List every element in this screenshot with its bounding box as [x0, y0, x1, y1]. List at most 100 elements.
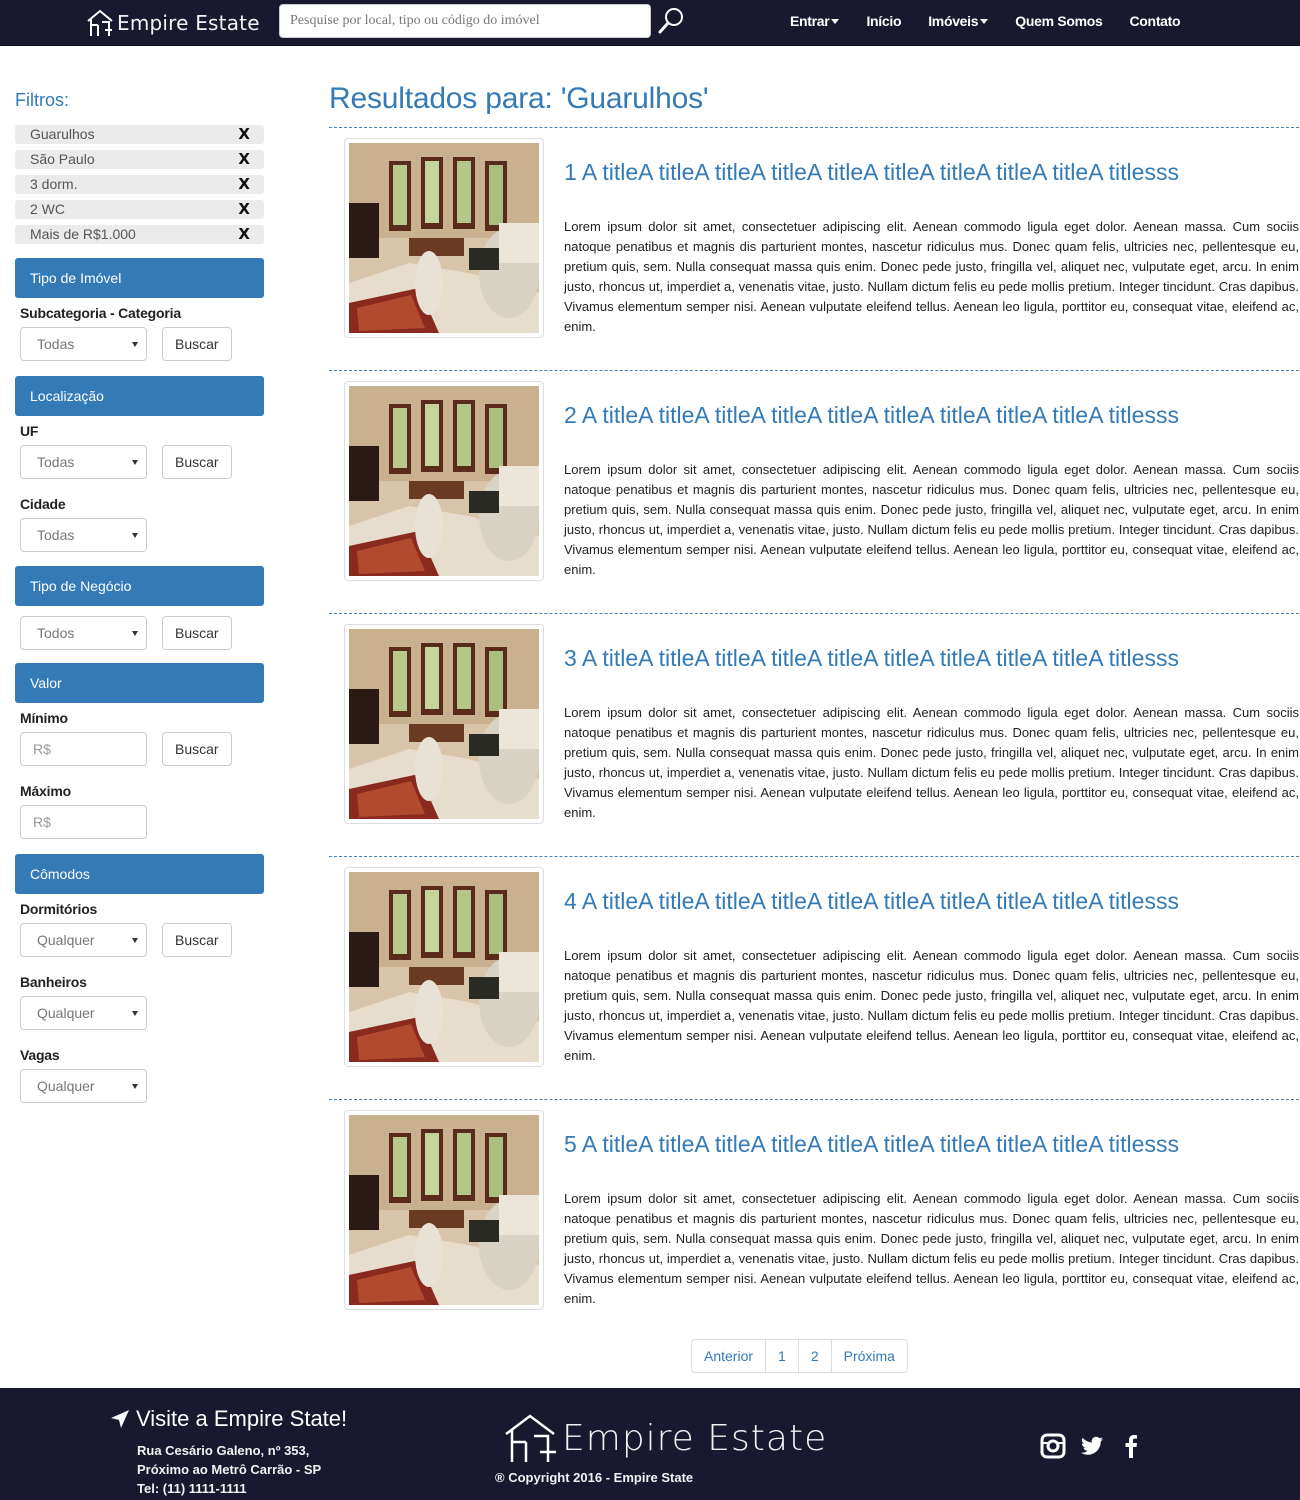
room-photo-image: [349, 1115, 539, 1305]
filters-title: Filtros:: [15, 90, 69, 110]
nav-imoveis[interactable]: Imóveis: [928, 13, 989, 29]
panel-tipo-imovel-heading[interactable]: Tipo de Imóvel: [15, 258, 264, 298]
nav-quem-somos[interactable]: Quem Somos: [1015, 13, 1103, 29]
listing-photo[interactable]: [344, 1110, 544, 1310]
pagination-page-1[interactable]: 1: [766, 1340, 799, 1372]
uf-select[interactable]: Todas: [20, 445, 147, 479]
banheiros-select[interactable]: Qualquer: [20, 996, 147, 1030]
search-input[interactable]: [279, 4, 651, 38]
room-photo-image: [349, 143, 539, 333]
tipo-negocio-select[interactable]: Todos: [20, 616, 147, 650]
listing-description: Lorem ipsum dolor sit amet, consectetuer…: [564, 219, 1299, 334]
banheiros-label: Banheiros: [20, 974, 87, 990]
active-filter-chip: Guarulhos X: [15, 125, 264, 144]
vagas-select[interactable]: Qualquer: [20, 1069, 147, 1103]
panel-valor-heading[interactable]: Valor: [15, 663, 264, 703]
room-photo-image: [349, 629, 539, 819]
phone-text: Tel: (11) 1111-1111: [137, 1481, 247, 1496]
listing-card[interactable]: 3 A titleA titleA titleA titleA titleA t…: [329, 614, 1299, 857]
listing-photo[interactable]: [344, 867, 544, 1067]
valor-maximo-input[interactable]: [20, 805, 147, 839]
subcategoria-label: Subcategoria - Categoria: [20, 305, 181, 321]
pagination-next[interactable]: Próxima: [832, 1340, 907, 1372]
buscar-negocio-button[interactable]: Buscar: [162, 616, 232, 650]
search-button[interactable]: [657, 7, 685, 35]
buscar-tipo-imovel-button[interactable]: Buscar: [162, 327, 232, 361]
listing-title-link[interactable]: 4 A titleA titleA titleA titleA titleA t…: [564, 888, 1299, 914]
pagination: Anterior 1 2 Próxima: [691, 1339, 908, 1373]
listing-description: Lorem ipsum dolor sit amet, consectetuer…: [564, 705, 1299, 820]
listing-card[interactable]: 1 A titleA titleA titleA titleA titleA t…: [329, 128, 1299, 371]
caret-down-icon: [831, 19, 840, 24]
listing-card[interactable]: 4 A titleA titleA titleA titleA titleA t…: [329, 857, 1299, 1100]
instagram-icon[interactable]: [1040, 1433, 1066, 1459]
footer-brand-name: Empire Estate: [562, 1417, 828, 1459]
nav-links: Entrar Início Imóveis Quem Somos Contato: [790, 0, 1207, 42]
brand-name: Empire Estate: [117, 11, 260, 35]
remove-filter-icon[interactable]: X: [238, 125, 250, 144]
subcategoria-select[interactable]: Todas: [20, 327, 147, 361]
listing-title-link[interactable]: 3 A titleA titleA titleA titleA titleA t…: [564, 645, 1299, 671]
pagination-page-2[interactable]: 2: [799, 1340, 832, 1372]
footer-brand: Empire Estate: [502, 1412, 827, 1464]
cidade-select[interactable]: Todas: [20, 518, 147, 552]
cidade-label: Cidade: [20, 496, 66, 512]
twitter-icon[interactable]: [1079, 1433, 1105, 1459]
pagination-previous[interactable]: Anterior: [692, 1340, 767, 1372]
listing-description: Lorem ipsum dolor sit amet, consectetuer…: [564, 462, 1299, 577]
room-photo-image: [349, 872, 539, 1062]
listing-title-link[interactable]: 5 A titleA titleA titleA titleA titleA t…: [564, 1131, 1299, 1157]
dormitorios-label: Dormitórios: [20, 901, 98, 917]
active-filter-chip: 3 dorm. X: [15, 175, 264, 194]
valor-minimo-input[interactable]: [20, 732, 147, 766]
footer-visit-heading: Visite a Empire State!: [110, 1406, 347, 1432]
minimo-label: Mínimo: [20, 710, 68, 726]
listing-photo[interactable]: [344, 381, 544, 581]
listing-card[interactable]: 2 A titleA titleA titleA titleA titleA t…: [329, 371, 1299, 614]
facebook-icon[interactable]: [1118, 1433, 1144, 1459]
chip-label: Mais de R$1.000: [30, 226, 136, 242]
results-main: Resultados para: 'Guarulhos' 1 A titleA …: [329, 82, 1299, 1343]
location-arrow-icon: [111, 1410, 129, 1428]
panel-localizacao-heading[interactable]: Localização: [15, 376, 264, 416]
listing-title-link[interactable]: 2 A titleA titleA titleA titleA titleA t…: [564, 402, 1299, 428]
nav-entrar[interactable]: Entrar: [790, 13, 840, 29]
listing-card[interactable]: 5 A titleA titleA titleA titleA titleA t…: [329, 1100, 1299, 1343]
dormitorios-select[interactable]: Qualquer: [20, 923, 147, 957]
listing-photo[interactable]: [344, 138, 544, 338]
remove-filter-icon[interactable]: X: [238, 150, 250, 169]
listing-photo[interactable]: [344, 624, 544, 824]
footer: Visite a Empire State! Rua Cesário Galen…: [0, 1388, 1300, 1500]
panel-tipo-negocio-heading[interactable]: Tipo de Negócio: [15, 566, 264, 606]
remove-filter-icon[interactable]: X: [238, 175, 250, 194]
chip-label: Guarulhos: [30, 126, 95, 142]
footer-address: Rua Cesário Galeno, nº 353, Próximo ao M…: [137, 1441, 321, 1498]
active-filter-chip: 2 WC X: [15, 200, 264, 219]
top-navbar: Empire Estate Entrar Início Imóveis Quem…: [0, 0, 1300, 46]
remove-filter-icon[interactable]: X: [238, 225, 250, 244]
maximo-label: Máximo: [20, 783, 71, 799]
chip-label: 3 dorm.: [30, 176, 78, 192]
listing-description: Lorem ipsum dolor sit amet, consectetuer…: [564, 1191, 1299, 1306]
listing-title-link[interactable]: 1 A titleA titleA titleA titleA titleA t…: [564, 159, 1299, 185]
active-filter-chip: Mais de R$1.000 X: [15, 225, 264, 244]
filters-sidebar: Filtros: Guarulhos X São Paulo X 3 dorm. X …: [15, 90, 264, 1103]
nav-contato[interactable]: Contato: [1130, 13, 1181, 29]
buscar-valor-button[interactable]: Buscar: [162, 732, 232, 766]
buscar-localizacao-button[interactable]: Buscar: [162, 445, 232, 479]
nav-imoveis-label: Imóveis: [928, 13, 979, 29]
nav-inicio[interactable]: Início: [866, 13, 901, 29]
vagas-label: Vagas: [20, 1047, 60, 1063]
house-logo-icon: [505, 1414, 556, 1462]
remove-filter-icon[interactable]: X: [238, 200, 250, 219]
caret-down-icon: [980, 19, 989, 24]
chip-label: São Paulo: [30, 151, 95, 167]
buscar-comodos-button[interactable]: Buscar: [162, 923, 232, 957]
brand-logo-link[interactable]: Empire Estate: [86, 7, 260, 39]
house-logo-icon: [87, 9, 113, 36]
address-line-1: Rua Cesário Galeno, nº 353,: [137, 1443, 310, 1458]
listings-container: 1 A titleA titleA titleA titleA titleA t…: [329, 128, 1299, 1343]
social-links: [1040, 1433, 1157, 1459]
panel-comodos-heading[interactable]: Cômodos: [15, 854, 264, 894]
active-filter-chip: São Paulo X: [15, 150, 264, 169]
